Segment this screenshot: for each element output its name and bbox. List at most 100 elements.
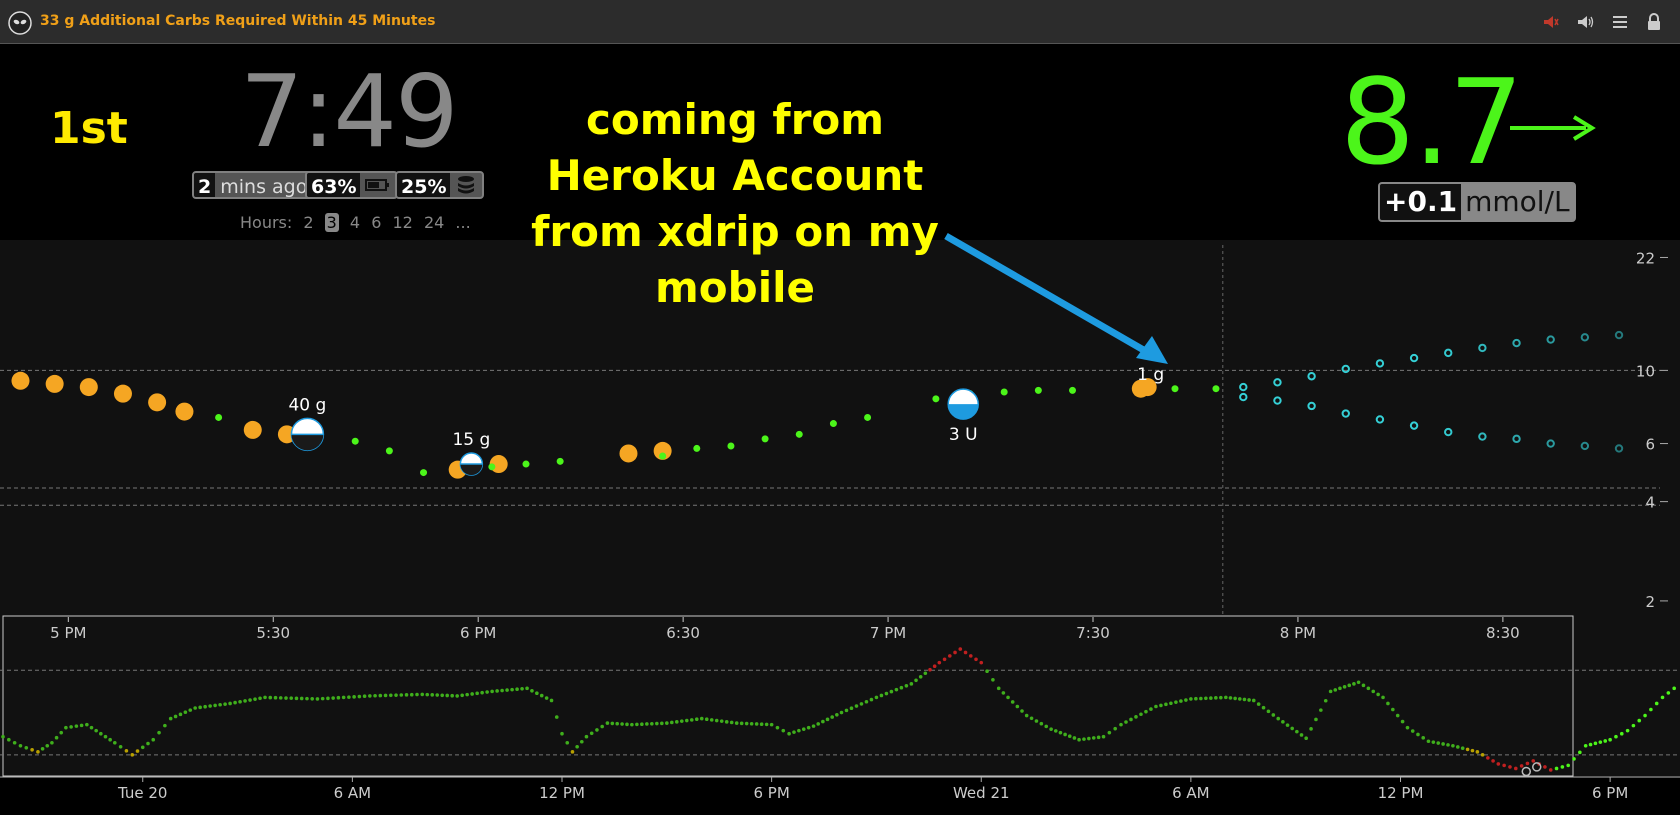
trend-arrow-icon [1510, 115, 1596, 141]
overview-point [704, 717, 709, 722]
overview-point [1295, 729, 1299, 734]
overview-point [1465, 747, 1470, 752]
overview-point [1189, 697, 1193, 701]
overview-point [24, 745, 29, 750]
overview-point [923, 671, 928, 676]
cgm-point [693, 444, 701, 452]
overview-point [985, 669, 989, 674]
overview-point [979, 660, 984, 665]
overview-point [974, 657, 978, 662]
overview-x-tick-label: Wed 21 [953, 784, 1010, 802]
overview-point [475, 691, 479, 696]
overview-point [1323, 698, 1328, 703]
overview-point [1024, 713, 1029, 718]
overview-point [45, 743, 50, 748]
overview-point [368, 694, 372, 698]
overview-point [124, 749, 129, 753]
x-tick-label: 6 PM [460, 624, 496, 642]
overview-point [1194, 696, 1198, 701]
overview-point [163, 723, 167, 728]
overview-point [835, 713, 839, 717]
overview-point [928, 667, 932, 672]
overview-point [1391, 707, 1395, 712]
overview-point [1058, 730, 1063, 735]
overview-point [844, 708, 849, 713]
overview-point [1446, 743, 1450, 747]
overview-point [1548, 768, 1553, 772]
overview-point [213, 703, 217, 708]
cgm-point [864, 413, 872, 421]
overview-point [670, 720, 674, 725]
overview-point [289, 696, 294, 700]
overview-point [968, 654, 973, 658]
overview-point [963, 650, 968, 655]
overview-point [420, 692, 425, 697]
overview-point [198, 705, 202, 710]
overview-point [1572, 757, 1576, 761]
overview-point [223, 702, 227, 706]
overview-point [188, 708, 193, 712]
overview-point [378, 693, 383, 698]
overview-point [1578, 750, 1582, 755]
overview-point [821, 719, 825, 724]
overview-point [1281, 720, 1285, 724]
overview-point [899, 685, 904, 690]
overview-point [914, 678, 918, 683]
overview-point [1531, 759, 1536, 763]
overview-point [1588, 742, 1593, 747]
cgm-point [1000, 388, 1008, 396]
overview-point [1072, 736, 1077, 740]
overview-point [1134, 715, 1138, 719]
overview-point [1319, 708, 1323, 712]
cgm-point [761, 435, 769, 443]
overview-point [238, 699, 242, 704]
overview-point [579, 739, 584, 744]
overview-point [1129, 717, 1133, 722]
overview-point [625, 722, 629, 727]
overview-point [1560, 765, 1565, 769]
overview-point [352, 695, 356, 699]
overview-point [754, 722, 759, 726]
overview-point [801, 727, 806, 731]
overview-point [1583, 743, 1588, 748]
overview-point [535, 691, 539, 695]
x-tick-label: 7:30 [1076, 624, 1110, 642]
overview-point [1426, 739, 1431, 744]
overview-point [460, 693, 464, 698]
overview-point [1643, 713, 1647, 718]
overview-point [1154, 704, 1158, 709]
x-tick-label: 8 PM [1280, 624, 1316, 642]
overview-point [724, 720, 729, 724]
overview-point [485, 690, 489, 694]
overview-point [409, 692, 414, 697]
overview-point [233, 700, 237, 705]
overview-point [1119, 722, 1123, 727]
overview-point [1431, 740, 1436, 744]
overview-point [347, 695, 351, 699]
overview-point [996, 686, 1001, 691]
overview-point [299, 696, 304, 701]
overview-point [1381, 695, 1385, 700]
overview-point [1251, 698, 1256, 703]
overview-point [830, 715, 834, 719]
overview-point [1044, 724, 1049, 729]
y-tick-label: 22 [1636, 249, 1655, 267]
cgm-point [488, 463, 496, 471]
overview-point [684, 718, 689, 723]
overview-point [326, 696, 330, 701]
overview-x-tick-label: 6 AM [1172, 784, 1210, 802]
overview-point [357, 694, 362, 699]
overview-x-tick-label: 12 PM [539, 784, 585, 802]
overview-point [610, 721, 615, 726]
overview-point [781, 728, 786, 733]
overview-point [1285, 723, 1290, 727]
overview-point [1001, 691, 1006, 695]
cgm-point [351, 437, 359, 445]
overview-point [879, 693, 884, 698]
overview-point [1436, 741, 1441, 745]
overview-point [113, 740, 117, 745]
mbg-point [45, 374, 64, 393]
overview-point [605, 721, 610, 725]
overview-point [665, 721, 669, 725]
overview-point [744, 721, 749, 726]
